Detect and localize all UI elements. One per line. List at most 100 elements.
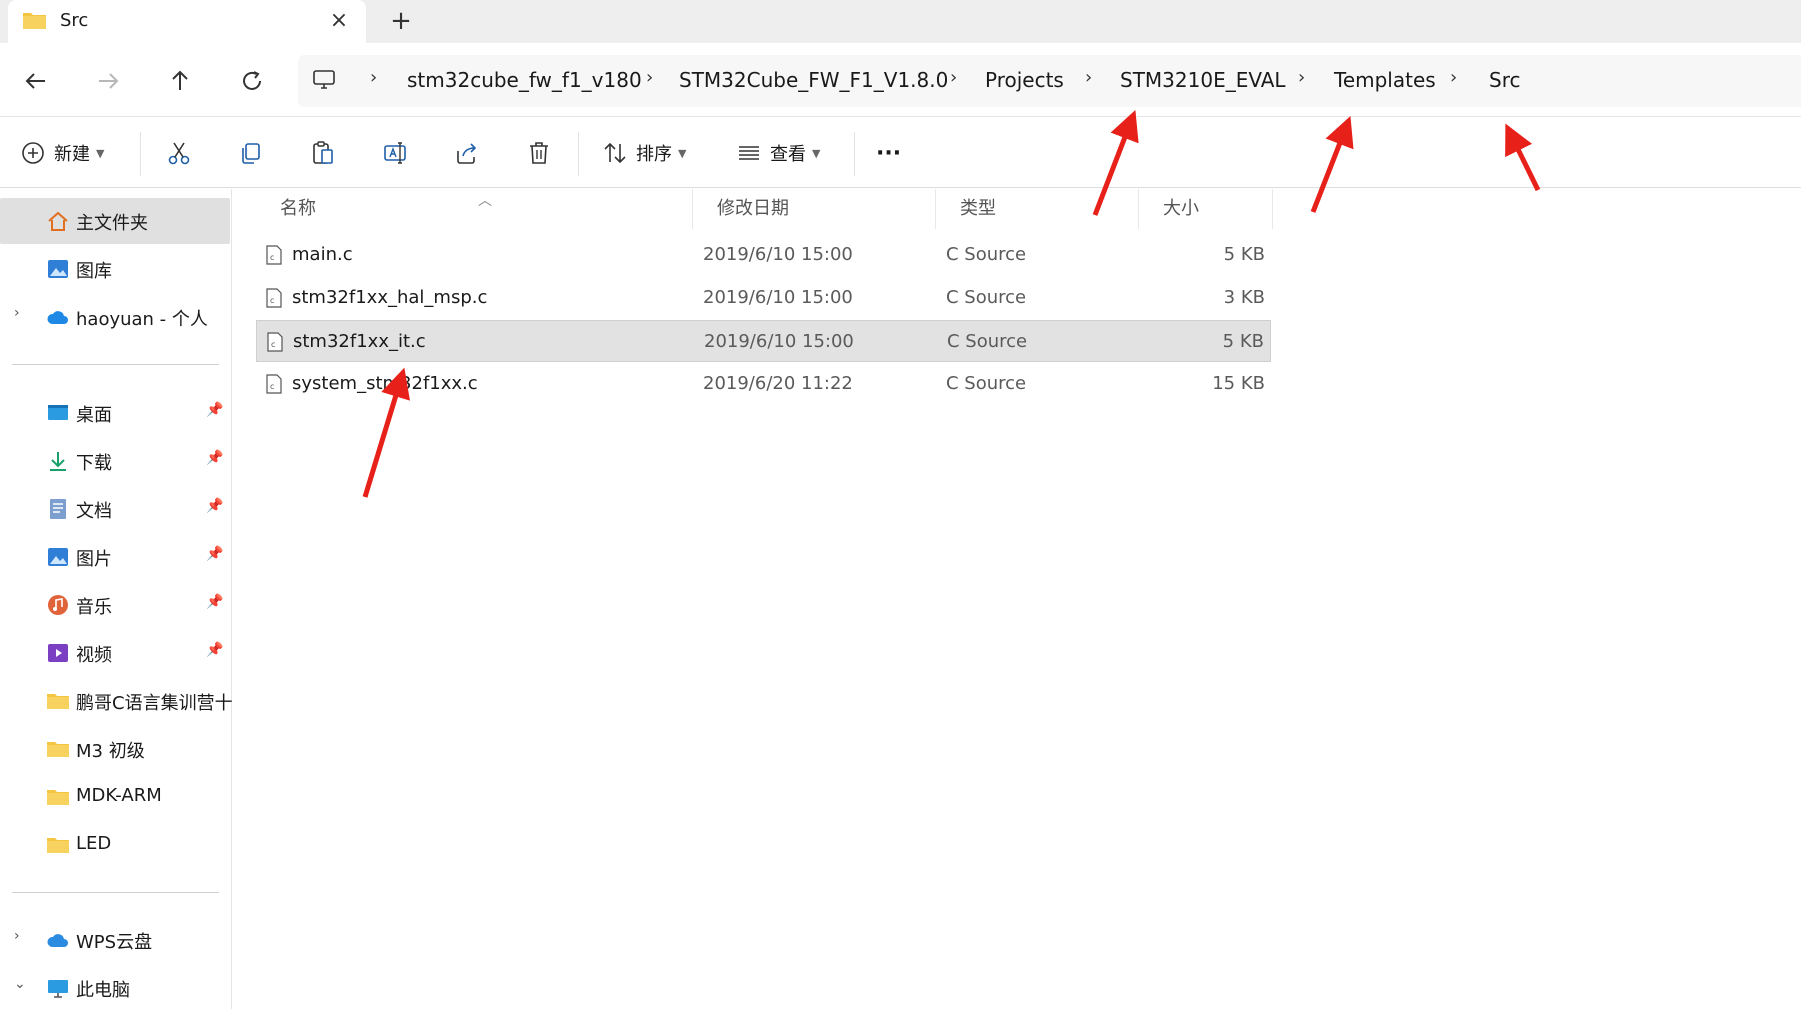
pictures-icon (48, 548, 68, 566)
close-tab-icon[interactable]: × (324, 6, 354, 36)
sidebar-item-downloads[interactable]: 下载 📌 (0, 438, 230, 484)
column-header-date[interactable]: 修改日期 (693, 189, 936, 229)
breadcrumb-item[interactable]: stm32cube_fw_f1_v180 (407, 68, 642, 92)
sidebar-item-label: 主文件夹 (76, 213, 148, 234)
sort-ascending-icon: ︿ (478, 193, 492, 209)
chevron-right-icon[interactable]: › (14, 928, 20, 944)
tab-src[interactable]: Src × (8, 0, 366, 43)
sidebar-item-label: MDK-ARM (76, 785, 162, 806)
column-header-name[interactable]: 名称 ︿ (256, 189, 693, 229)
sidebar-item-desktop[interactable]: 桌面 📌 (0, 390, 230, 436)
sidebar-item-label: 图片 (76, 549, 112, 570)
file-name: system_stm32f1xx.c (292, 373, 478, 394)
up-arrow-icon[interactable] (162, 63, 198, 99)
pin-icon[interactable]: 📌 (206, 594, 223, 610)
c-source-file-icon: c (266, 374, 282, 394)
cloud-icon (47, 934, 68, 947)
column-header-label: 类型 (960, 198, 996, 219)
file-row-selected[interactable]: c stm32f1xx_it.c 2019/6/10 15:00 C Sourc… (256, 320, 1271, 362)
folder-icon (47, 694, 69, 709)
folder-icon (47, 838, 69, 853)
pin-icon[interactable]: 📌 (206, 642, 223, 658)
pin-icon[interactable]: 📌 (206, 546, 223, 562)
file-size: 5 KB (1222, 331, 1264, 352)
sidebar-item-label: 桌面 (76, 405, 112, 426)
sidebar-item-label: M3 初级 (76, 741, 145, 762)
sidebar-item-this-pc[interactable]: ⌄ 此电脑 (0, 965, 230, 1009)
sidebar-item-label: 下载 (76, 453, 112, 474)
sidebar-item-wps-cloud[interactable]: › WPS云盘 (0, 917, 230, 963)
tab-bar: Src × + (0, 0, 1801, 43)
refresh-icon[interactable] (234, 63, 270, 99)
cloud-icon (47, 311, 68, 324)
breadcrumb-item[interactable]: Projects (985, 68, 1064, 92)
back-arrow-icon[interactable] (18, 63, 54, 99)
copy-button[interactable] (238, 134, 264, 172)
chevron-right-icon[interactable]: › (14, 305, 20, 321)
command-toolbar: 新建 ▼ 排序 ▼ 查看 ▼ ··· (0, 118, 1801, 188)
column-header-label: 名称 (280, 198, 316, 219)
sidebar-item-label: 鹏哥C语言集训营十 (76, 693, 233, 714)
toolbar-divider (578, 132, 579, 176)
file-date: 2019/6/20 11:22 (703, 373, 853, 394)
sidebar-item-folder[interactable]: LED (0, 822, 230, 868)
folder-icon (23, 13, 46, 29)
chevron-down-icon[interactable]: ⌄ (14, 976, 26, 992)
share-icon (457, 143, 477, 164)
sidebar-item-label: 视频 (76, 645, 112, 666)
address-bar[interactable]: › stm32cube_fw_f1_v180 › STM32Cube_FW_F1… (298, 55, 1801, 107)
breadcrumb-item[interactable]: STM3210E_EVAL (1120, 68, 1286, 92)
breadcrumb-separator: › (646, 67, 654, 88)
desktop-icon (48, 405, 68, 420)
sidebar-item-pictures[interactable]: 图片 📌 (0, 534, 230, 580)
sidebar-item-music[interactable]: 音乐 📌 (0, 582, 230, 628)
home-icon (48, 211, 68, 231)
cut-button[interactable] (166, 134, 192, 172)
documents-icon (50, 499, 66, 519)
sidebar-item-folder[interactable]: 鹏哥C语言集训营十 (0, 678, 233, 724)
file-type: C Source (946, 244, 1027, 265)
chevron-down-icon: ▼ (812, 146, 821, 160)
column-header-label: 修改日期 (717, 198, 789, 219)
new-tab-button[interactable]: + (386, 6, 416, 36)
file-date: 2019/6/10 15:00 (703, 287, 853, 308)
rename-button[interactable] (382, 134, 408, 172)
music-icon (48, 595, 68, 615)
trash-icon (530, 142, 548, 164)
paste-button[interactable] (310, 134, 336, 172)
breadcrumb-item-current[interactable]: Src (1489, 68, 1520, 92)
column-header-type[interactable]: 类型 (936, 189, 1139, 229)
navigation-bar: › stm32cube_fw_f1_v180 › STM32Cube_FW_F1… (0, 43, 1801, 117)
forward-arrow-icon[interactable] (90, 63, 126, 99)
sidebar-divider (12, 364, 219, 365)
file-row[interactable]: c system_stm32f1xx.c 2019/6/20 11:22 C S… (256, 363, 1271, 405)
file-name: stm32f1xx_it.c (293, 331, 426, 352)
pin-icon[interactable]: 📌 (206, 450, 223, 466)
pin-icon[interactable]: 📌 (206, 498, 223, 514)
sidebar-item-documents[interactable]: 文档 📌 (0, 486, 230, 532)
view-button[interactable]: 查看 ▼ (736, 134, 820, 172)
column-header-size[interactable]: 大小 (1139, 189, 1273, 229)
sidebar-item-videos[interactable]: 视频 📌 (0, 630, 230, 676)
breadcrumb-item[interactable]: Templates (1334, 68, 1436, 92)
file-row[interactable]: c main.c 2019/6/10 15:00 C Source 5 KB (256, 234, 1271, 276)
breadcrumb-item[interactable]: STM32Cube_FW_F1_V1.8.0 (679, 68, 948, 92)
breadcrumb-separator: › (1298, 67, 1306, 88)
toolbar-divider (854, 132, 855, 176)
sidebar-item-gallery[interactable]: 图库 (0, 246, 230, 292)
sidebar-item-home[interactable]: 主文件夹 (0, 198, 230, 244)
new-button[interactable]: 新建 ▼ (20, 134, 104, 172)
pin-icon[interactable]: 📌 (206, 402, 223, 418)
copy-icon (242, 143, 260, 164)
sidebar-item-folder[interactable]: M3 初级 (0, 726, 230, 772)
sidebar-item-folder[interactable]: MDK-ARM (0, 774, 230, 820)
sort-button[interactable]: 排序 ▼ (602, 134, 686, 172)
scissors-icon (168, 142, 190, 165)
file-size: 15 KB (1212, 373, 1265, 394)
delete-button[interactable] (526, 134, 552, 172)
more-options-button[interactable]: ··· (876, 134, 901, 172)
file-date: 2019/6/10 15:00 (703, 244, 853, 265)
sidebar-item-onedrive[interactable]: › haoyuan - 个人 (0, 294, 230, 340)
share-button[interactable] (454, 134, 480, 172)
file-row[interactable]: c stm32f1xx_hal_msp.c 2019/6/10 15:00 C … (256, 277, 1271, 319)
